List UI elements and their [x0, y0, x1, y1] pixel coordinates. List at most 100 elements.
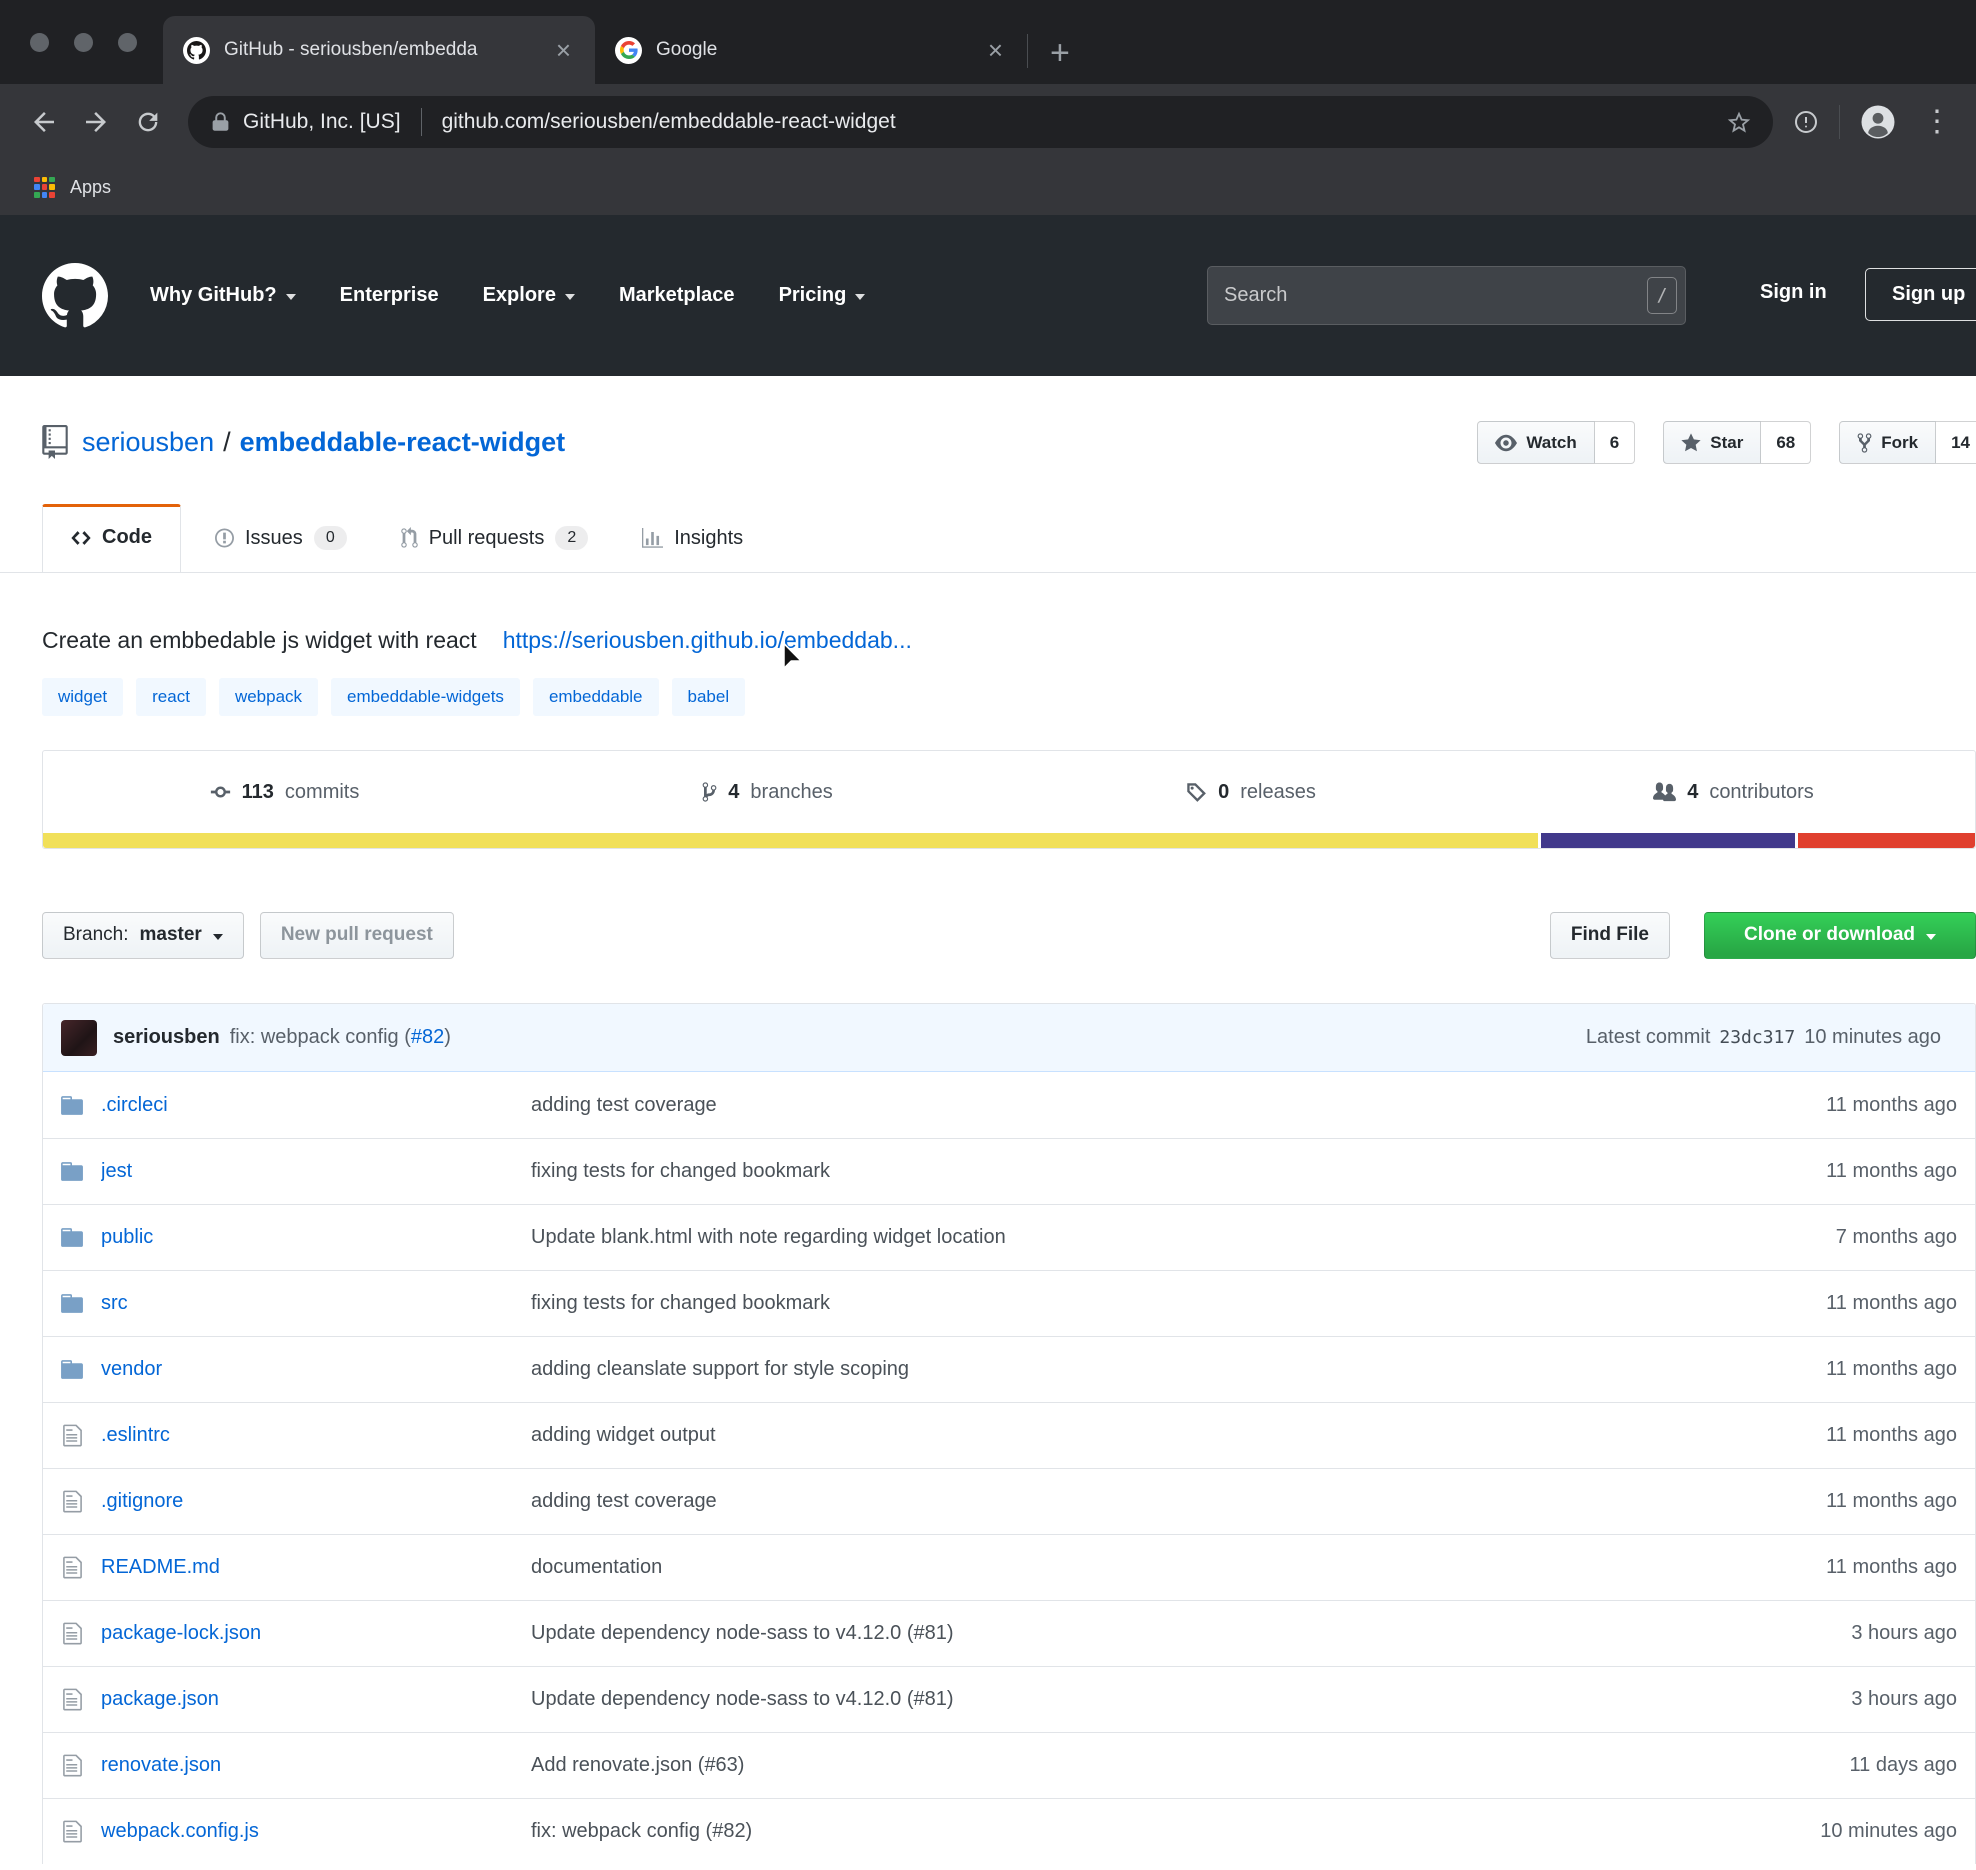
fork-button[interactable]: Fork	[1839, 421, 1936, 464]
nav-why-github[interactable]: Why GitHub?	[150, 284, 296, 307]
profile-avatar-icon[interactable]	[1860, 104, 1896, 140]
table-row: renovate.json Add renovate.json (#63) 11…	[43, 1732, 1975, 1798]
nav-label: Enterprise	[340, 284, 439, 307]
language-bar[interactable]	[43, 833, 1975, 848]
file-link[interactable]: package.json	[101, 1688, 531, 1711]
commit-message-link[interactable]: Update blank.html with note regarding wi…	[531, 1226, 1720, 1249]
file-link[interactable]: webpack.config.js	[101, 1820, 531, 1843]
commit-message-link[interactable]: Update dependency node-sass to v4.12.0 (…	[531, 1688, 1720, 1711]
sign-in-link[interactable]: Sign in	[1760, 281, 1827, 304]
file-link[interactable]: vendor	[101, 1358, 531, 1381]
commit-issue-link[interactable]: #82	[411, 1026, 444, 1049]
commit-message-link[interactable]: fix: webpack config (#82)	[531, 1820, 1720, 1843]
fork-label: Fork	[1881, 433, 1918, 453]
url-text[interactable]: github.com/seriousben/embeddable-react-w…	[442, 110, 1715, 134]
browser-tab-google[interactable]: Google ×	[595, 16, 1027, 84]
commit-message-link[interactable]: adding test coverage	[531, 1490, 1720, 1513]
commit-author-link[interactable]: seriousben	[113, 1026, 220, 1049]
topic-tag[interactable]: react	[136, 678, 206, 716]
commit-message-link[interactable]: fixing tests for changed bookmark	[531, 1160, 1720, 1183]
repo-social-actions: Watch 6 Star 68 Fork 14	[1477, 421, 1976, 464]
file-link[interactable]: src	[101, 1292, 531, 1315]
commit-message-link[interactable]: Add renovate.json (#63)	[531, 1754, 1720, 1777]
repo-name-link[interactable]: embeddable-react-widget	[240, 427, 566, 457]
file-link[interactable]: renovate.json	[101, 1754, 531, 1777]
star-icon	[1681, 432, 1701, 454]
address-bar[interactable]: GitHub, Inc. [US] github.com/seriousben/…	[188, 96, 1773, 148]
topic-tag[interactable]: widget	[42, 678, 123, 716]
avatar[interactable]	[61, 1020, 97, 1056]
certificate-label[interactable]: GitHub, Inc. [US]	[243, 110, 401, 134]
file-link[interactable]: .gitignore	[101, 1490, 531, 1513]
commit-message[interactable]: fix: webpack config (	[230, 1026, 411, 1049]
topic-tag[interactable]: webpack	[219, 678, 318, 716]
repo-website-link[interactable]: https://seriousben.github.io/embeddab...	[503, 627, 912, 654]
file-age: 7 months ago	[1720, 1226, 1975, 1249]
file-link[interactable]: public	[101, 1226, 531, 1249]
repo-owner-link[interactable]: seriousben	[82, 427, 214, 457]
commit-message-link[interactable]: documentation	[531, 1556, 1720, 1579]
commit-sha-link[interactable]: 23dc317	[1719, 1027, 1795, 1048]
file-link[interactable]: jest	[101, 1160, 531, 1183]
star-count[interactable]: 68	[1761, 421, 1811, 464]
file-link[interactable]: README.md	[101, 1556, 531, 1579]
new-pull-request-button[interactable]: New pull request	[260, 912, 454, 959]
commit-message-link[interactable]: Update dependency node-sass to v4.12.0 (…	[531, 1622, 1720, 1645]
window-minimize-button[interactable]	[74, 33, 93, 52]
slash-shortcut-hint: /	[1647, 277, 1677, 314]
search-input[interactable]	[1224, 284, 1647, 307]
find-file-button[interactable]: Find File	[1550, 912, 1670, 959]
commit-message-link[interactable]: adding test coverage	[531, 1094, 1720, 1117]
watch-label: Watch	[1526, 433, 1576, 453]
nav-enterprise[interactable]: Enterprise	[340, 284, 439, 307]
stat-releases[interactable]: 0 releases	[1009, 781, 1492, 804]
refresh-button[interactable]	[122, 108, 174, 136]
fork-count[interactable]: 14	[1936, 421, 1976, 464]
new-tab-button[interactable]: +	[1028, 36, 1092, 70]
stat-contributors[interactable]: 4 contributors	[1492, 781, 1975, 804]
repo-summary-box: 113 commits 4 branches 0 releases 4 cont…	[42, 750, 1976, 849]
tab-issues[interactable]: Issues 0	[195, 504, 367, 572]
topic-tags: widget react webpack embeddable-widgets …	[42, 678, 1976, 716]
window-zoom-button[interactable]	[118, 33, 137, 52]
star-button[interactable]: Star	[1663, 421, 1761, 464]
nav-marketplace[interactable]: Marketplace	[619, 284, 735, 307]
file-link[interactable]: .eslintrc	[101, 1424, 531, 1447]
info-icon[interactable]	[1793, 109, 1819, 135]
tab-pull-requests[interactable]: Pull requests 2	[381, 504, 609, 572]
commit-message-link[interactable]: fixing tests for changed bookmark	[531, 1292, 1720, 1315]
watch-button[interactable]: Watch	[1477, 421, 1594, 464]
window-close-button[interactable]	[30, 33, 49, 52]
commit-message-link[interactable]: adding widget output	[531, 1424, 1720, 1447]
commit-message-link[interactable]: adding cleanslate support for style scop…	[531, 1358, 1720, 1381]
browser-menu-icon[interactable]: ⋮	[1916, 104, 1958, 139]
github-search[interactable]: /	[1207, 266, 1686, 325]
topic-tag[interactable]: embeddable	[533, 678, 659, 716]
back-button[interactable]	[18, 107, 70, 137]
forward-button[interactable]	[70, 107, 122, 137]
branch-selector-button[interactable]: Branch: master	[42, 912, 244, 959]
file-link[interactable]: package-lock.json	[101, 1622, 531, 1645]
topic-tag[interactable]: babel	[672, 678, 746, 716]
tab-insights[interactable]: Insights	[622, 505, 763, 572]
toolbar-actions: ⋮	[1793, 104, 1958, 140]
breadcrumb: seriousben/embeddable-react-widget	[82, 427, 565, 458]
watch-count[interactable]: 6	[1595, 421, 1635, 464]
topic-tag[interactable]: embeddable-widgets	[331, 678, 520, 716]
file-link[interactable]: .circleci	[101, 1094, 531, 1117]
apps-bookmark[interactable]: Apps	[70, 177, 111, 198]
tab-code[interactable]: Code	[42, 504, 181, 573]
folder-icon	[43, 1093, 101, 1118]
tab-close-icon[interactable]: ×	[984, 37, 1007, 63]
file-age: 10 minutes ago	[1720, 1820, 1975, 1843]
browser-tab-github[interactable]: GitHub - seriousben/embedda ×	[163, 16, 595, 84]
stat-commits[interactable]: 113 commits	[43, 781, 526, 804]
tab-close-icon[interactable]: ×	[552, 37, 575, 63]
sign-up-button[interactable]: Sign up	[1865, 268, 1976, 321]
github-logo-icon[interactable]	[42, 263, 108, 329]
clone-or-download-button[interactable]: Clone or download	[1704, 912, 1976, 959]
bookmark-star-icon[interactable]	[1727, 110, 1751, 134]
nav-pricing[interactable]: Pricing	[779, 284, 866, 307]
stat-branches[interactable]: 4 branches	[526, 781, 1009, 804]
nav-explore[interactable]: Explore	[483, 284, 575, 307]
